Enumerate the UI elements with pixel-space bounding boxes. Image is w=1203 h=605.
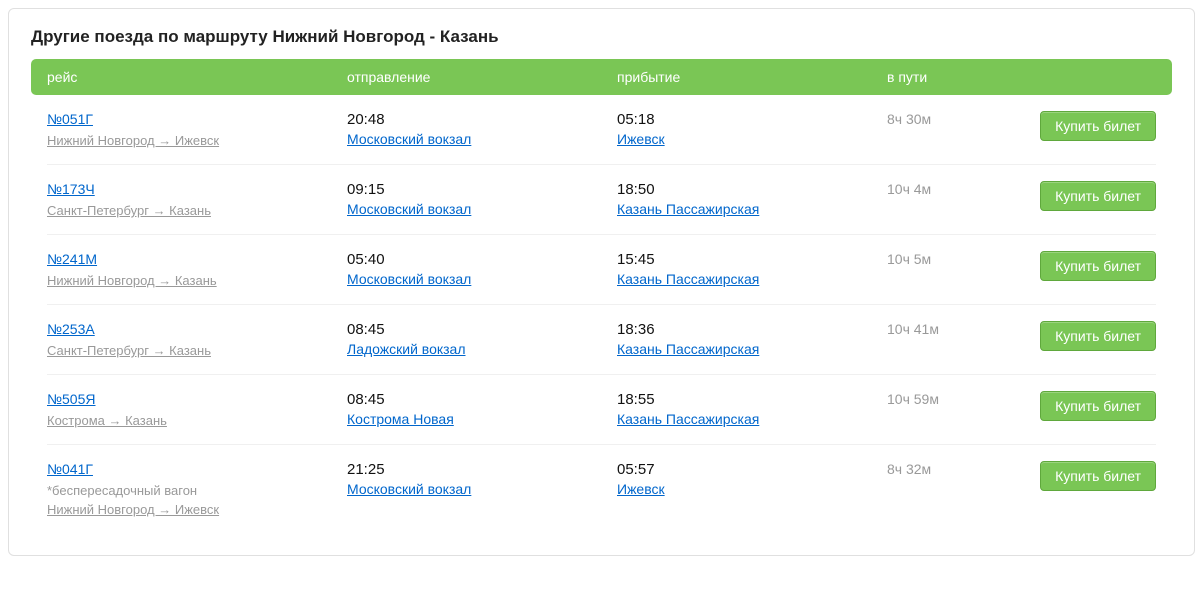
duration: 8ч 32м bbox=[887, 461, 931, 477]
buy-ticket-button[interactable]: Купить билет bbox=[1040, 111, 1156, 141]
card-title: Другие поезда по маршруту Нижний Новгоро… bbox=[31, 27, 1172, 47]
arrival-time: 18:50 bbox=[617, 181, 887, 198]
departure-time: 21:25 bbox=[347, 461, 617, 478]
arrival-station-link[interactable]: Казань Пассажирская bbox=[617, 201, 759, 217]
train-row: №051Г Нижний Новгород → Ижевск 20:48 Москов… bbox=[47, 95, 1156, 164]
duration: 10ч 41м bbox=[887, 321, 939, 337]
header-duration: в пути bbox=[887, 69, 1017, 85]
train-route: Нижний Новгород → Ижевск bbox=[47, 502, 219, 517]
duration: 10ч 5м bbox=[887, 251, 931, 267]
train-row: №253А Санкт-Петербург → Казань 08:45 Ладожс… bbox=[47, 304, 1156, 374]
arrival-station-link[interactable]: Казань Пассажирская bbox=[617, 271, 759, 287]
arrival-time: 15:45 bbox=[617, 251, 887, 268]
departure-station-link[interactable]: Московский вокзал bbox=[347, 271, 471, 287]
train-row: №241М Нижний Новгород → Казань 05:40 Москов… bbox=[47, 234, 1156, 304]
train-number-link[interactable]: №051Г bbox=[47, 111, 93, 127]
train-rows: №051Г Нижний Новгород → Ижевск 20:48 Москов… bbox=[31, 95, 1172, 533]
departure-time: 09:15 bbox=[347, 181, 617, 198]
departure-station-link[interactable]: Московский вокзал bbox=[347, 201, 471, 217]
train-route: Нижний Новгород → Ижевск bbox=[47, 133, 219, 148]
buy-ticket-button[interactable]: Купить билет bbox=[1040, 251, 1156, 281]
train-route: Нижний Новгород → Казань bbox=[47, 273, 217, 288]
departure-station-link[interactable]: Ладожский вокзал bbox=[347, 341, 466, 357]
train-row: №041Г *беспересадочный вагон Нижний Новгор… bbox=[47, 444, 1156, 533]
departure-time: 08:45 bbox=[347, 391, 617, 408]
buy-ticket-button[interactable]: Купить билет bbox=[1040, 391, 1156, 421]
train-number-link[interactable]: №505Я bbox=[47, 391, 96, 407]
train-note: *беспересадочный вагон bbox=[47, 483, 347, 498]
duration: 8ч 30м bbox=[887, 111, 931, 127]
arrival-time: 18:55 bbox=[617, 391, 887, 408]
train-route: Кострома → Казань bbox=[47, 413, 167, 428]
train-number-link[interactable]: №173Ч bbox=[47, 181, 95, 197]
train-row: №173Ч Санкт-Петербург → Казань 09:15 Москов… bbox=[47, 164, 1156, 234]
departure-time: 08:45 bbox=[347, 321, 617, 338]
arrival-station-link[interactable]: Ижевск bbox=[617, 131, 665, 147]
buy-ticket-button[interactable]: Купить билет bbox=[1040, 181, 1156, 211]
header-route: рейс bbox=[47, 69, 347, 85]
duration: 10ч 4м bbox=[887, 181, 931, 197]
departure-time: 05:40 bbox=[347, 251, 617, 268]
train-route: Санкт-Петербург → Казань bbox=[47, 203, 211, 218]
buy-ticket-button[interactable]: Купить билет bbox=[1040, 461, 1156, 491]
other-trains-card: Другие поезда по маршруту Нижний Новгоро… bbox=[8, 8, 1195, 556]
arrival-station-link[interactable]: Казань Пассажирская bbox=[617, 411, 759, 427]
table-header: рейс отправление прибытие в пути bbox=[31, 59, 1172, 95]
train-number-link[interactable]: №253А bbox=[47, 321, 95, 337]
arrival-time: 05:18 bbox=[617, 111, 887, 128]
train-route: Санкт-Петербург → Казань bbox=[47, 343, 211, 358]
arrival-station-link[interactable]: Ижевск bbox=[617, 481, 665, 497]
duration: 10ч 59м bbox=[887, 391, 939, 407]
arrival-time: 05:57 bbox=[617, 461, 887, 478]
buy-ticket-button[interactable]: Купить билет bbox=[1040, 321, 1156, 351]
train-number-link[interactable]: №041Г bbox=[47, 461, 93, 477]
train-number-link[interactable]: №241М bbox=[47, 251, 97, 267]
departure-station-link[interactable]: Кострома Новая bbox=[347, 411, 454, 427]
arrival-station-link[interactable]: Казань Пассажирская bbox=[617, 341, 759, 357]
departure-station-link[interactable]: Московский вокзал bbox=[347, 131, 471, 147]
header-arrive: прибытие bbox=[617, 69, 887, 85]
arrival-time: 18:36 bbox=[617, 321, 887, 338]
train-row: №505Я Кострома → Казань 08:45 Кострома Нова… bbox=[47, 374, 1156, 444]
departure-station-link[interactable]: Московский вокзал bbox=[347, 481, 471, 497]
header-depart: отправление bbox=[347, 69, 617, 85]
departure-time: 20:48 bbox=[347, 111, 617, 128]
